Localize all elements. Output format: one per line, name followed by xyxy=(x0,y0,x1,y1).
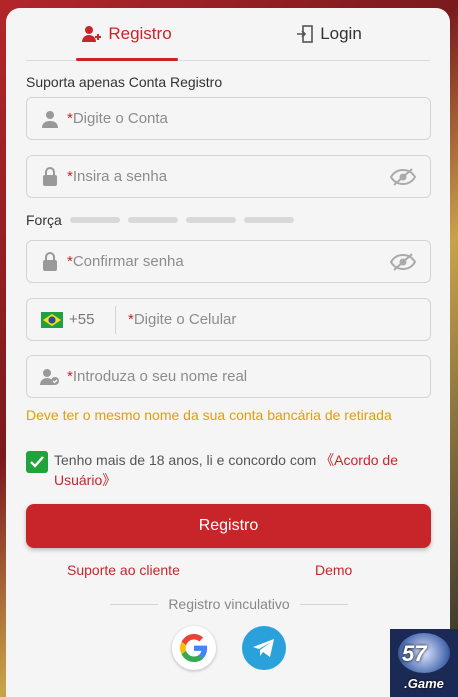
register-card: Registro Login Suporta apenas Conta Regi… xyxy=(6,8,450,697)
strength-bar xyxy=(243,217,294,223)
strength-bar xyxy=(127,217,178,223)
password-strength: Força xyxy=(26,212,294,228)
divider-line xyxy=(110,603,159,605)
checkmark-icon xyxy=(30,456,44,468)
telegram-login-button[interactable] xyxy=(242,626,286,670)
register-button[interactable]: Registro xyxy=(26,504,431,548)
brazil-flag-icon[interactable] xyxy=(41,311,63,328)
user-verified-icon xyxy=(40,367,60,387)
google-login-button[interactable] xyxy=(172,626,216,670)
strength-label: Força xyxy=(26,212,62,228)
tab-register[interactable]: Registro xyxy=(26,8,228,60)
agree-text: Tenho mais de 18 anos, li e concordo com xyxy=(54,452,321,468)
account-placeholder: Digite o Conta xyxy=(72,110,168,127)
logo-number: 57 xyxy=(402,641,427,666)
telegram-icon xyxy=(253,639,274,657)
auth-tabs: Registro Login xyxy=(26,8,430,61)
real-name-placeholder: Introduza o seu nome real xyxy=(72,368,248,385)
phone-field[interactable]: +55 *Digite o Celular xyxy=(26,298,431,341)
account-field[interactable]: *Digite o Conta xyxy=(26,97,431,140)
divider xyxy=(115,305,116,334)
social-divider: Registro vinculativo xyxy=(110,596,349,612)
confirm-password-field[interactable]: *Confirmar senha xyxy=(26,240,431,283)
divider-line xyxy=(299,603,349,605)
57game-logo: 57 .Game xyxy=(390,629,458,697)
google-icon xyxy=(180,634,208,662)
add-user-icon xyxy=(82,25,102,43)
demo-link[interactable]: Demo xyxy=(315,562,352,578)
lock-icon xyxy=(40,167,60,187)
social-divider-label: Registro vinculativo xyxy=(168,596,290,612)
password-placeholder: Insira a senha xyxy=(72,168,168,185)
password-field[interactable]: *Insira a senha xyxy=(26,155,431,198)
confirm-placeholder: Confirmar senha xyxy=(72,253,184,270)
phone-placeholder: Digite o Celular xyxy=(133,311,237,328)
strength-bar xyxy=(185,217,236,223)
lock-icon xyxy=(40,252,60,272)
tab-login-label: Login xyxy=(320,24,362,43)
tab-register-label: Registro xyxy=(108,24,172,43)
tab-login[interactable]: Login xyxy=(228,8,430,60)
country-code[interactable]: +55 xyxy=(69,311,109,328)
login-door-icon xyxy=(296,25,314,43)
real-name-field[interactable]: *Introduza o seu nome real xyxy=(26,355,431,398)
user-icon xyxy=(40,109,60,129)
customer-support-link[interactable]: Suporte ao cliente xyxy=(67,562,180,578)
agree-checkbox[interactable] xyxy=(26,451,48,473)
name-hint: Deve ter o mesmo nome da sua conta bancá… xyxy=(26,407,392,423)
eye-off-icon[interactable] xyxy=(389,167,417,187)
terms-agreement: Tenho mais de 18 anos, li e concordo com… xyxy=(26,450,426,490)
strength-bar xyxy=(69,217,120,223)
logo-name: .Game xyxy=(404,676,444,691)
eye-off-icon[interactable] xyxy=(389,252,417,272)
subtitle: Suporta apenas Conta Registro xyxy=(26,74,223,90)
